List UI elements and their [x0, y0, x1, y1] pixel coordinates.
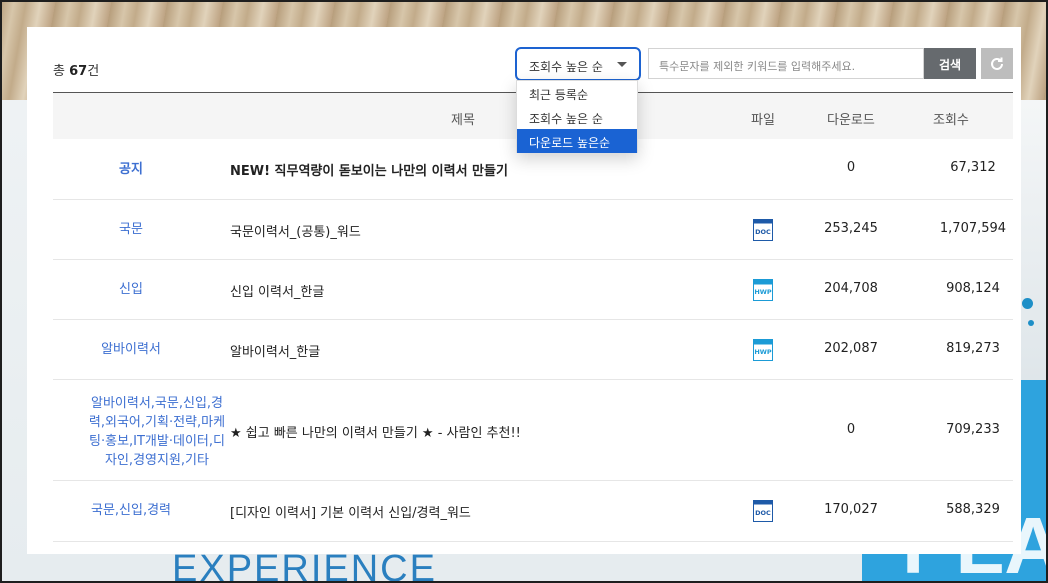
table-row[interactable]: 국문,신입,경력 [디자인 이력서] 기본 이력서 신입/경력_워드 DOC 1… [53, 481, 1013, 542]
row-title[interactable]: 국문이력서_(공통)_워드 [230, 221, 361, 240]
search-placeholder: 특수문자를 제외한 키워드를 입력해주세요. [659, 60, 856, 73]
table-row[interactable]: 국문 국문이력서_(공통)_워드 DOC 253,245 1,707,594 [53, 200, 1013, 260]
result-count-suffix: 건 [87, 64, 100, 79]
row-views: 1,707,594 [939, 221, 1007, 236]
background-dot [1028, 320, 1034, 326]
table-row[interactable]: 알바이력서,국문,신입,경력,외국어,기획·전략,마케팅·홍보,IT개발·데이터… [53, 380, 1013, 481]
hwp-icon[interactable]: HWP [753, 339, 773, 361]
row-category[interactable]: 신입 [53, 280, 209, 299]
search-input[interactable]: 특수문자를 제외한 키워드를 입력해주세요. [648, 48, 924, 79]
row-views: 588,329 [946, 502, 1000, 517]
row-title[interactable]: 알바이력서_한글 [230, 341, 320, 360]
row-title[interactable]: 신입 이력서_한글 [230, 281, 324, 300]
row-views: 819,273 [946, 341, 1000, 356]
sort-select-value: 조회수 높은 순 [529, 60, 603, 74]
background-dot [1022, 298, 1033, 309]
row-title[interactable]: ★ 쉽고 빠른 나만의 이력서 만들기 ★ - 사람인 추천!! [230, 422, 521, 441]
refresh-icon [991, 57, 1003, 70]
refresh-button[interactable] [981, 48, 1013, 79]
result-count-prefix: 총 [53, 64, 65, 79]
header-file: 파일 [751, 113, 775, 128]
doc-icon[interactable]: DOC [753, 219, 773, 241]
header-downloads: 다운로드 [827, 113, 875, 128]
row-category[interactable]: 알바이력서 [53, 340, 209, 359]
row-views: 908,124 [946, 281, 1000, 296]
search-button[interactable]: 검색 [924, 48, 976, 79]
background-right-strip [1020, 100, 1048, 380]
row-title[interactable]: NEW! 직무역량이 돋보이는 나만의 이력서 만들기 [230, 160, 508, 179]
resume-list-panel: 총 67건 조회수 높은 순 특수문자를 제외한 키워드를 입력해주세요. 검색… [27, 27, 1021, 554]
row-downloads: 202,087 [824, 341, 878, 356]
svg-text:HWP: HWP [754, 348, 772, 356]
header-title: 제목 [451, 113, 475, 128]
result-count-number: 67 [69, 64, 88, 79]
doc-icon[interactable]: DOC [753, 500, 773, 522]
hwp-icon[interactable]: HWP [753, 279, 773, 301]
sort-dropdown-menu: 최근 등록순 조회수 높은 순 다운로드 높은순 [516, 80, 638, 153]
row-title[interactable]: [디자인 이력서] 기본 이력서 신입/경력_워드 [230, 502, 471, 521]
row-downloads: 170,027 [824, 502, 878, 517]
row-downloads: 204,708 [824, 281, 878, 296]
row-downloads: 253,245 [824, 221, 878, 236]
table-row[interactable]: 신입 신입 이력서_한글 HWP 204,708 908,124 [53, 260, 1013, 320]
result-count: 총 67건 [53, 60, 99, 79]
chevron-down-icon [617, 62, 627, 67]
row-views: 67,312 [950, 160, 996, 175]
svg-text:DOC: DOC [755, 509, 771, 517]
header-views: 조회수 [933, 113, 969, 128]
svg-text:DOC: DOC [755, 228, 771, 236]
row-category[interactable]: 국문,신입,경력 [53, 501, 209, 520]
svg-text:HWP: HWP [754, 288, 772, 296]
table-row[interactable]: 알바이력서 알바이력서_한글 HWP 202,087 819,273 [53, 320, 1013, 380]
row-views: 709,233 [946, 422, 1000, 437]
row-category[interactable]: 알바이력서,국문,신입,경력,외국어,기획·전략,마케팅·홍보,IT개발·데이터… [87, 394, 227, 470]
sort-option-recent[interactable]: 최근 등록순 [517, 81, 637, 105]
sort-option-views[interactable]: 조회수 높은 순 [517, 105, 637, 129]
row-downloads: 0 [846, 422, 856, 437]
row-category[interactable]: 국문 [53, 220, 209, 239]
sort-option-downloads[interactable]: 다운로드 높은순 [517, 129, 637, 153]
row-downloads: 0 [846, 160, 856, 175]
sort-select[interactable]: 조회수 높은 순 [515, 47, 641, 81]
row-category[interactable]: 공지 [53, 160, 209, 179]
